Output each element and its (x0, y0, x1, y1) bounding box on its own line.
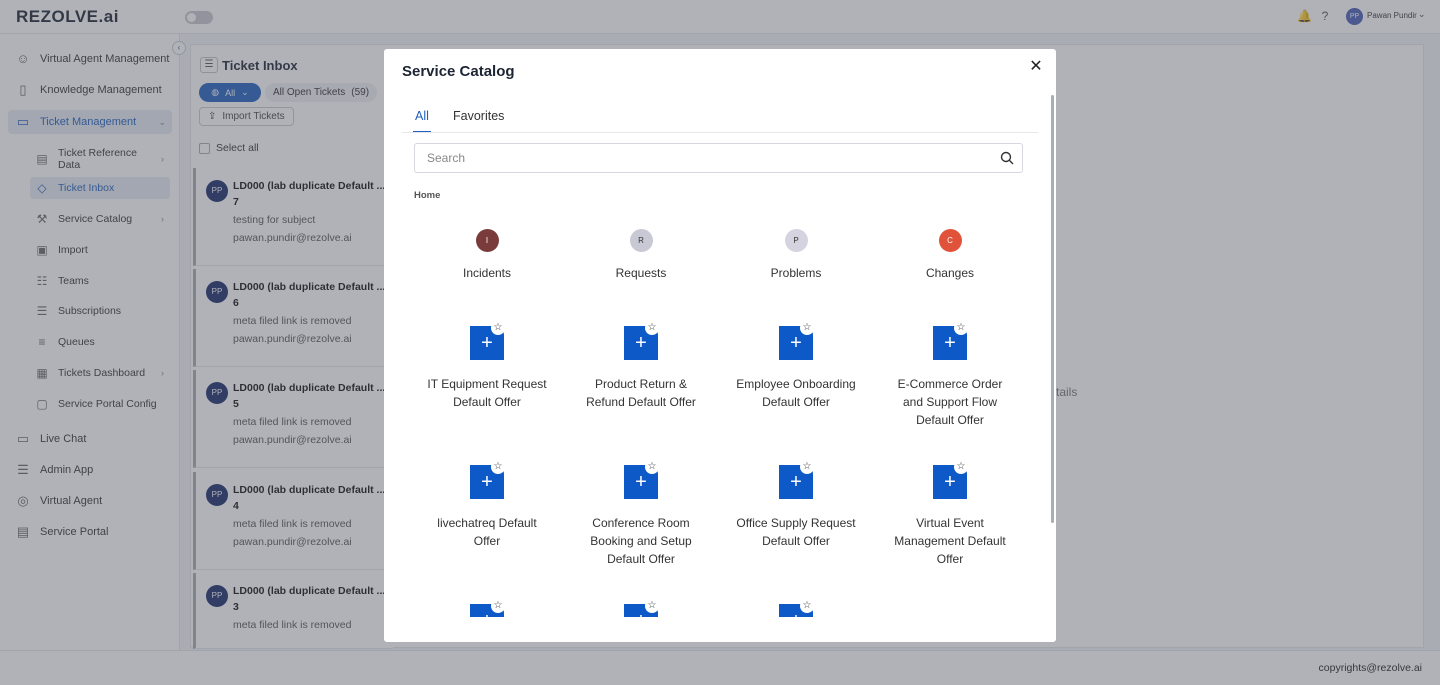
offer-tile: +☆ (624, 460, 659, 499)
offer-tile: +☆ (624, 599, 659, 617)
offer-label: Virtual Event Management Default Offer (894, 516, 1006, 566)
category-badge: C (938, 229, 962, 252)
star-icon[interactable]: ☆ (491, 599, 505, 613)
search-field (414, 143, 1023, 173)
offer-tile: +☆ (779, 460, 814, 499)
offer-card[interactable]: + ☆ Employee Onboarding Default Offer (726, 321, 866, 411)
offer-tile: +☆ (933, 460, 968, 499)
category-badge: P (784, 229, 808, 252)
scrollbar[interactable] (1051, 95, 1054, 523)
category-badge: R (629, 229, 653, 252)
category-changes[interactable]: C Changes (880, 229, 1020, 280)
star-icon[interactable]: ☆ (645, 460, 659, 474)
close-icon[interactable]: ✕ (1028, 59, 1044, 75)
category-label: Changes (925, 266, 975, 280)
offer-label: Product Return & Refund Default Offer (586, 377, 696, 409)
offer-tile: +☆ (470, 460, 505, 499)
category-label: Incidents (462, 266, 512, 280)
star-icon[interactable]: ☆ (954, 460, 968, 474)
offer-card[interactable]: + ☆ Office Supply Request Default Offer (726, 460, 866, 550)
service-catalog-modal: Service Catalog ✕ All Favorites Home I I… (384, 49, 1056, 642)
star-icon[interactable]: ☆ (645, 321, 659, 335)
category-label: Problems (770, 266, 822, 280)
modal-title: Service Catalog (402, 63, 515, 80)
search-icon[interactable] (1000, 151, 1014, 165)
category-problems[interactable]: P Problems (726, 229, 866, 280)
offer-label: Employee Onboarding Default Offer (736, 377, 856, 409)
offer-label: IT Equipment Request Default Offer (427, 377, 547, 409)
tab-favorites[interactable]: Favorites (451, 109, 506, 133)
tab-all[interactable]: All (413, 109, 431, 133)
tab-divider (402, 132, 1038, 133)
offer-card[interactable]: + ☆ IT Equipment Request Default Offer (417, 321, 557, 411)
offer-tile: +☆ (470, 321, 505, 360)
star-icon[interactable]: ☆ (491, 460, 505, 474)
category-label: Requests (615, 266, 667, 280)
search-input[interactable] (415, 144, 1022, 172)
breadcrumb[interactable]: Home (414, 190, 440, 201)
offer-card[interactable]: + ☆ livechatreq Default Offer (417, 460, 557, 550)
offer-label: E-Commerce Order and Support Flow Defaul… (897, 377, 1003, 427)
star-icon[interactable]: ☆ (800, 599, 814, 613)
category-badge: I (475, 229, 499, 252)
offer-card[interactable]: +☆ (726, 599, 866, 617)
star-icon[interactable]: ☆ (800, 460, 814, 474)
star-icon[interactable]: ☆ (491, 321, 505, 335)
offer-tile: +☆ (933, 321, 968, 360)
star-icon[interactable]: ☆ (800, 321, 814, 335)
offer-card[interactable]: + ☆ Conference Room Booking and Setup Def… (571, 460, 711, 568)
offer-card[interactable]: + ☆ E-Commerce Order and Support Flow Def… (880, 321, 1020, 429)
category-requests[interactable]: R Requests (571, 229, 711, 280)
offer-label: livechatreq Default Offer (437, 516, 537, 548)
offer-card[interactable]: +☆ (571, 599, 711, 617)
star-icon[interactable]: ☆ (645, 599, 659, 613)
star-icon[interactable]: ☆ (954, 321, 968, 335)
offer-card[interactable]: + ☆ Product Return & Refund Default Offer (571, 321, 711, 411)
offer-tile: +☆ (624, 321, 659, 360)
modal-content: Service Catalog ✕ All Favorites Home I I… (384, 49, 1056, 617)
offer-tile: +☆ (779, 599, 814, 617)
category-incidents[interactable]: I Incidents (417, 229, 557, 280)
offer-tile: +☆ (470, 599, 505, 617)
offer-card[interactable]: + ☆ Virtual Event Management Default Offe… (880, 460, 1020, 568)
offer-label: Conference Room Booking and Setup Defaul… (590, 516, 692, 566)
offer-label: Office Supply Request Default Offer (736, 516, 856, 548)
offer-card[interactable]: +☆ (417, 599, 557, 617)
offer-tile: +☆ (779, 321, 814, 360)
